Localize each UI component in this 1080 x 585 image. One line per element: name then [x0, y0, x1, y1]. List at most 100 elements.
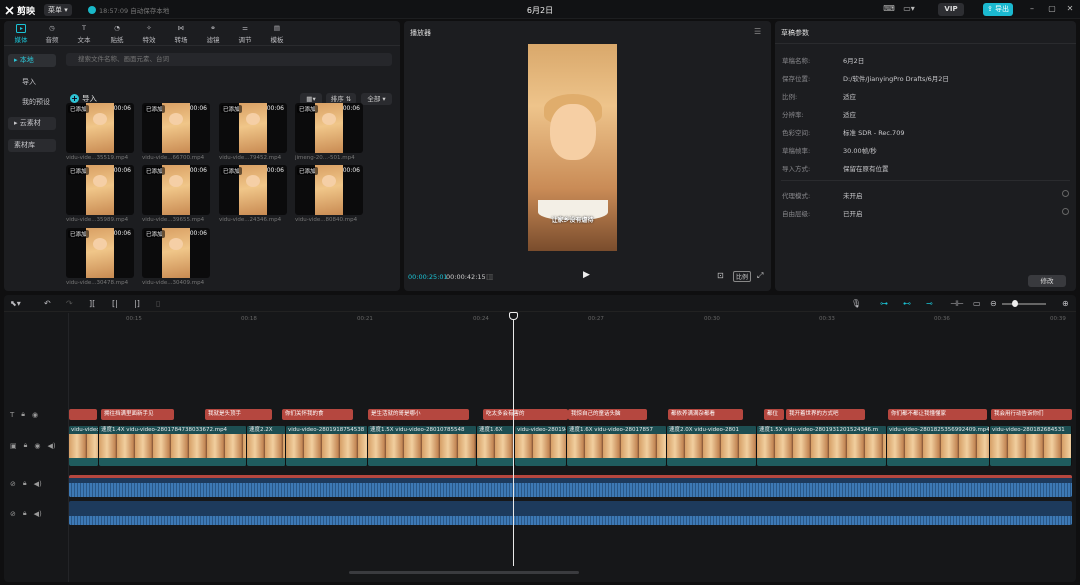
media-thumbnail[interactable]: 已添加 00:06 — [219, 165, 287, 215]
subtitle-clip[interactable]: 你们关怀我的食 — [282, 409, 353, 420]
volume-icon[interactable]: ◀) — [34, 510, 42, 518]
media-thumbnail[interactable]: 已添加 00:06 — [66, 228, 134, 278]
proxy-info-icon[interactable] — [1062, 190, 1069, 197]
eye-icon[interactable]: ◉ — [34, 442, 40, 450]
video-preview[interactable]: 让家乡没有虐待 — [528, 44, 617, 251]
video-clip[interactable]: 速度2.2X — [247, 426, 286, 466]
audio-clip-1[interactable] — [69, 475, 1072, 497]
linkage-icon[interactable]: ⊸ — [926, 299, 933, 308]
minimize-icon[interactable]: – — [1026, 4, 1038, 14]
caption-icon[interactable]: ▭ — [973, 299, 981, 308]
maximize-icon[interactable]: ▢ — [1046, 4, 1058, 14]
tab-media[interactable]: 媒体 — [6, 23, 36, 44]
split-right-icon[interactable]: |] — [134, 299, 140, 308]
subtitle-clip[interactable]: 我就是头顶手 — [205, 409, 272, 420]
zoom-slider-handle[interactable] — [1012, 300, 1018, 307]
free-layer-info-icon[interactable] — [1062, 208, 1069, 215]
media-thumbnail[interactable]: 已添加 00:06 — [295, 165, 363, 215]
keyboard-icon[interactable]: ⌨ — [883, 4, 895, 14]
media-thumbnail[interactable]: 已添加 00:06 — [142, 165, 210, 215]
mute-icon[interactable]: ◀) — [47, 442, 55, 450]
media-thumbnail[interactable]: 已添加 00:06 — [295, 103, 363, 153]
filter-button[interactable]: 全部 ▾ — [361, 93, 392, 105]
layout-icon[interactable]: ▭▾ — [903, 4, 915, 14]
subtitle-clip[interactable]: 我惊自己的童话头脑 — [568, 409, 647, 420]
subtitle-clip[interactable]: 是生活就的哥是哪小 — [368, 409, 469, 420]
zoom-out-icon[interactable]: ⊖ — [990, 299, 997, 308]
video-clip[interactable]: vidu-video-280182684531 — [990, 426, 1072, 466]
lock-icon[interactable]: 🔒︎ — [21, 410, 25, 419]
sidebar-item-presets[interactable]: 我的预设 — [8, 96, 56, 109]
video-clip[interactable]: 速度1.6X — [477, 426, 515, 466]
video-clip[interactable]: 速度1.5X vidu-video-28010785548 — [368, 426, 477, 466]
timeline-grid-icon[interactable]: ▥ — [486, 272, 494, 281]
media-thumbnail[interactable]: 已添加 00:06 — [66, 165, 134, 215]
sidebar-item-cloud[interactable]: ▸ 云素材 — [8, 117, 56, 130]
menu-button[interactable]: 菜单 ▾ — [44, 4, 72, 16]
video-clip[interactable]: vidu-video-28 — [69, 426, 99, 466]
subtitle-clip[interactable]: 你们都不都让我懂懂家 — [888, 409, 987, 420]
playhead[interactable] — [513, 314, 514, 566]
video-clip[interactable]: 速度2.0X vidu-video-2801 — [667, 426, 757, 466]
subtitle-clip[interactable]: 拥往挡满里面新手见 — [101, 409, 174, 420]
play-icon[interactable]: ▶ — [583, 270, 590, 280]
subtitle-clip[interactable]: 都依养满满杂都看 — [668, 409, 743, 420]
tab-template[interactable]: ▤ 模板 — [262, 23, 292, 44]
auto-snap-icon[interactable]: ⊷ — [903, 299, 911, 308]
video-clip[interactable]: vidu-video-2801918754538 — [286, 426, 368, 466]
tab-transition[interactable]: ⋈ 转场 — [166, 23, 196, 44]
lock-icon[interactable]: 🔒︎ — [23, 509, 27, 518]
search-input[interactable] — [66, 53, 392, 66]
modify-button[interactable]: 修改 — [1028, 275, 1066, 287]
tab-text[interactable]: T 文本 — [69, 23, 99, 44]
undo-icon[interactable]: ↶ — [44, 299, 51, 308]
fullscreen-target-icon[interactable]: ⊡ — [717, 271, 724, 280]
media-thumbnail[interactable]: 已添加 00:06 — [142, 103, 210, 153]
timeline-scrollbar[interactable] — [349, 571, 579, 574]
sidebar-item-local[interactable]: ▸ 本地 — [8, 54, 56, 67]
link-main-track-icon[interactable]: ⊶ — [880, 299, 888, 308]
zoom-in-icon[interactable]: ⊕ — [1062, 299, 1069, 308]
subtitle-clip[interactable]: 都位 — [764, 409, 784, 420]
video-clip[interactable]: vidu-video-2801940 — [515, 426, 567, 466]
subtitle-clip[interactable]: 吃太多会有害的 — [483, 409, 568, 420]
tab-effect[interactable]: ✧ 特效 — [134, 23, 164, 44]
expand-icon[interactable]: ⤢ — [757, 271, 763, 281]
media-thumbnail[interactable]: 已添加 00:06 — [142, 228, 210, 278]
sidebar-item-import[interactable]: 导入 — [8, 76, 56, 89]
tab-filter[interactable]: ⚭ 滤镜 — [198, 23, 228, 44]
tab-adjust[interactable]: ⚌ 调节 — [230, 23, 260, 44]
ratio-button[interactable]: 比例 — [733, 271, 752, 282]
select-tool-icon[interactable]: ⬉▾ — [10, 299, 21, 308]
export-button[interactable]: ⇪ 导出 — [983, 3, 1013, 16]
audio-clip-2[interactable] — [69, 501, 1072, 525]
media-thumbnail[interactable]: 已添加 00:06 — [66, 103, 134, 153]
volume-icon[interactable]: ◀) — [34, 480, 42, 488]
video-clip[interactable]: 速度1.6X vidu-video-28017857 — [567, 426, 667, 466]
media-thumbnail[interactable]: 已添加 00:06 — [219, 103, 287, 153]
playhead-handle[interactable] — [509, 312, 518, 320]
video-clip[interactable]: 速度1.4X vidu-video-2801784738033672.mp4 — [99, 426, 247, 466]
eye-icon[interactable]: ◉ — [32, 411, 38, 419]
split-icon[interactable]: ][ — [89, 299, 95, 308]
tab-sticker[interactable]: ◔ 贴纸 — [102, 23, 132, 44]
menu-icon[interactable]: ☰ — [754, 27, 761, 36]
lock-icon[interactable]: 🔒︎ — [23, 479, 27, 488]
video-clip[interactable]: 速度1.5X vidu-video-2801931201524346.m — [757, 426, 887, 466]
video-clip[interactable]: vidu-video-2801825356992409.mp4 — [887, 426, 990, 466]
subtitle-clip[interactable]: 我开着世界的方式吧 — [786, 409, 865, 420]
zoom-slider[interactable] — [1002, 303, 1046, 305]
split-left-icon[interactable]: [| — [112, 299, 118, 308]
subtitle-clip[interactable]: 我会用行动告诉你们 — [991, 409, 1072, 420]
media-icon — [16, 23, 26, 33]
delete-icon[interactable]: ▯ — [156, 299, 160, 308]
close-icon[interactable]: ✕ — [1064, 4, 1076, 14]
tab-audio[interactable]: ◷ 音频 — [37, 23, 67, 44]
subtitle-clip[interactable] — [69, 409, 97, 420]
redo-icon[interactable]: ↷ — [66, 299, 73, 308]
microphone-icon[interactable]: 🎙 — [851, 299, 861, 308]
vip-button[interactable]: VIP — [938, 3, 964, 16]
sidebar-item-library[interactable]: 素材库 — [8, 139, 56, 152]
lock-icon[interactable]: 🔒︎ — [24, 441, 28, 450]
preview-axis-icon[interactable]: ⊣⊢ — [950, 299, 964, 308]
